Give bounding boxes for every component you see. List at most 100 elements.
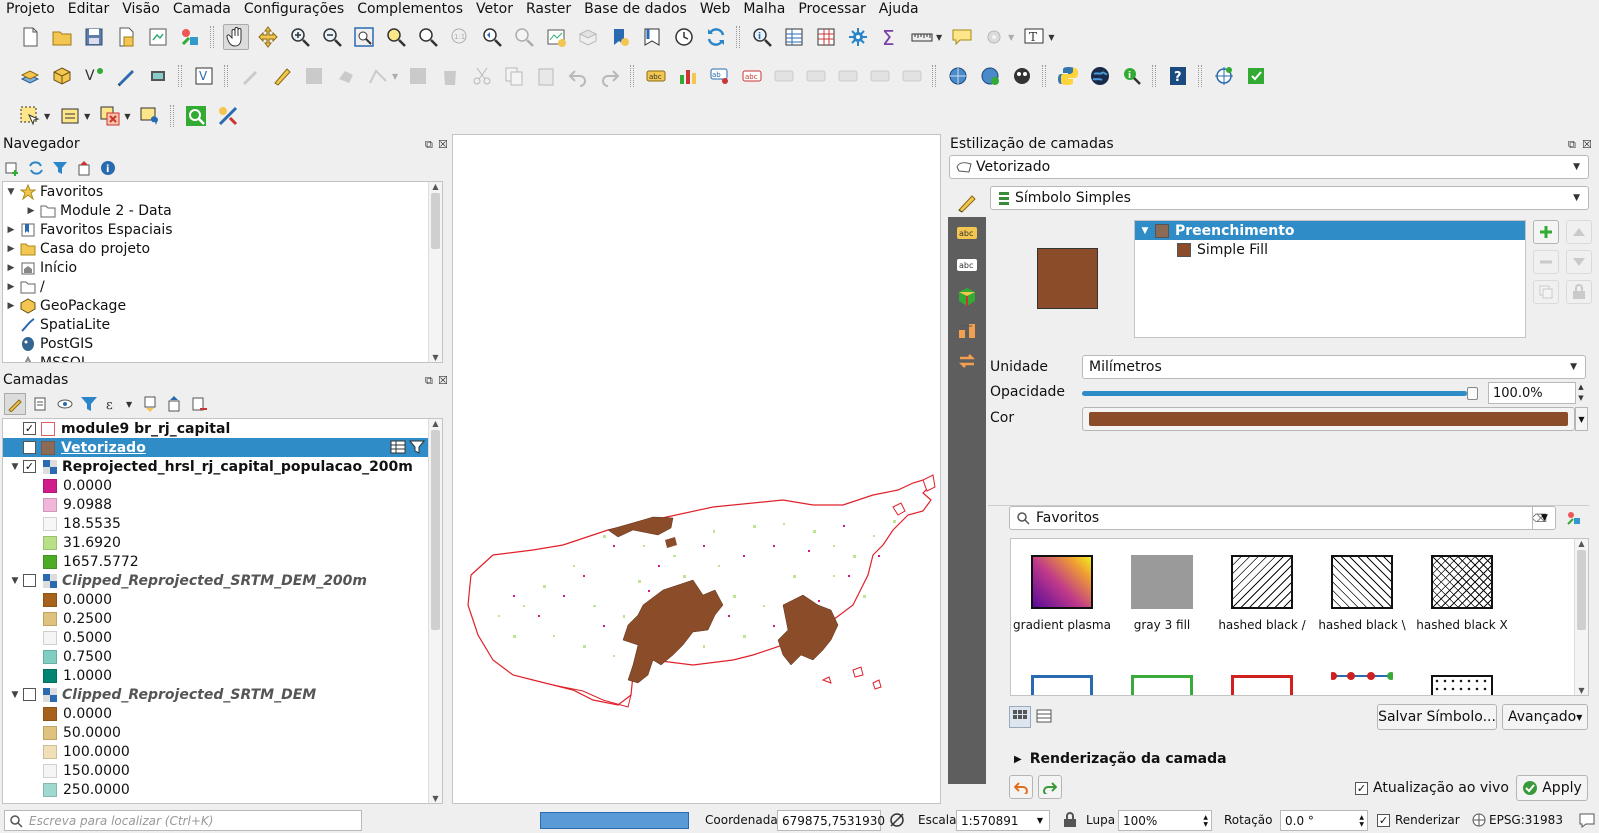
crs-button[interactable]: EPSG:31983 — [1472, 813, 1563, 827]
statistics-icon[interactable]: Σ — [877, 24, 903, 50]
menu-item-7[interactable]: Raster — [526, 1, 571, 17]
symbol-topo-line[interactable] — [1331, 672, 1393, 695]
layer-visibility-checkbox[interactable]: ✓ — [23, 460, 36, 473]
masks-tab-icon[interactable]: abc — [948, 249, 986, 281]
globe-icon[interactable] — [1087, 63, 1113, 89]
info-icon[interactable]: i — [100, 160, 116, 176]
navigator-item-postgis[interactable]: PostGIS — [3, 334, 429, 353]
menu-item-6[interactable]: Vetor — [476, 1, 513, 17]
locator-search-icon[interactable] — [183, 103, 209, 129]
navigator-item-mssql[interactable]: MSSQL — [3, 353, 429, 362]
menu-item-0[interactable]: Projeto — [6, 1, 55, 17]
panel-float-icon[interactable]: ⧉ — [425, 374, 433, 388]
layer-item-srtm-200m[interactable]: ▼ Clipped_Reprojected_SRTM_DEM_200m — [3, 571, 429, 590]
refresh-icon[interactable] — [703, 24, 729, 50]
navigator-item-module2[interactable]: ▶ Module 2 - Data — [3, 201, 429, 220]
style-manager-icon[interactable] — [177, 24, 203, 50]
symbol-dotted[interactable] — [1431, 675, 1493, 695]
gps-icon[interactable] — [145, 63, 171, 89]
add-symbol-layer-icon[interactable] — [1533, 220, 1559, 244]
show-bookmarks-icon[interactable] — [639, 24, 665, 50]
metasearch-icon[interactable]: i — [1119, 63, 1145, 89]
advanced-button[interactable]: Avançado ▼ — [1502, 704, 1588, 730]
dropdown-arrow-icon[interactable]: ▼ — [84, 112, 90, 121]
expand-all-icon[interactable] — [142, 395, 160, 413]
navigator-item-project-home[interactable]: ▶ Casa do projeto — [3, 239, 429, 258]
symbol-tree-root[interactable]: ▼ Preenchimento — [1135, 221, 1525, 240]
live-update-check[interactable]: ✓ — [1355, 781, 1368, 795]
processing-toolbox-icon[interactable] — [845, 24, 871, 50]
select-location-icon[interactable] — [137, 103, 163, 129]
symbol-outline-blue[interactable] — [1031, 675, 1093, 695]
navigator-item-spatial-bookmarks[interactable]: ▶ Favoritos Espaciais — [3, 220, 429, 239]
field-calculator-icon[interactable] — [813, 24, 839, 50]
zoom-out-icon[interactable] — [319, 24, 345, 50]
render-checkbox[interactable]: ✓ Renderizar — [1377, 813, 1460, 827]
dropdown-arrow-icon[interactable]: ▼ — [126, 400, 132, 409]
layer-styling-panel-icon[interactable] — [4, 393, 26, 415]
map-tips-icon[interactable] — [949, 24, 975, 50]
pan-to-selection-icon[interactable] — [255, 24, 281, 50]
panel-close-icon[interactable]: ☒ — [1582, 138, 1592, 151]
python-console-icon[interactable] — [1055, 63, 1081, 89]
dropdown-arrow-icon[interactable]: ▼ — [1048, 33, 1054, 42]
apply-button[interactable]: Apply — [1516, 775, 1588, 801]
open-attribute-table-icon[interactable] — [390, 440, 406, 454]
add-wcs-layer-icon[interactable] — [977, 63, 1003, 89]
save-as-icon[interactable] — [113, 24, 139, 50]
select-by-value-icon[interactable] — [57, 103, 83, 129]
menu-item-11[interactable]: Processar — [798, 1, 865, 17]
navigator-scrollbar[interactable]: ▲ ▼ — [428, 182, 442, 362]
zoom-last-icon[interactable] — [479, 24, 505, 50]
coordinate-field[interactable]: 679875,7531930 — [777, 810, 885, 831]
layer-select[interactable]: Vetorizado ▼ — [949, 155, 1589, 179]
layer-visibility-checkbox[interactable] — [23, 688, 36, 701]
layer-visibility-checkbox[interactable] — [23, 574, 36, 587]
pan-icon[interactable] — [223, 24, 249, 50]
refresh-icon[interactable] — [28, 160, 44, 176]
dropdown-arrow-icon[interactable]: ▼ — [124, 112, 130, 121]
text-annotation-icon[interactable]: T — [1021, 24, 1047, 50]
dropdown-arrow-icon[interactable]: ▼ — [936, 33, 942, 42]
new-project-icon[interactable] — [17, 24, 43, 50]
panel-float-icon[interactable]: ⧉ — [425, 138, 433, 152]
menu-item-4[interactable]: Configurações — [244, 1, 344, 17]
locator-input[interactable]: Escreva para localizar (Ctrl+K) — [4, 810, 362, 831]
messages-icon[interactable] — [1578, 811, 1596, 833]
symbol-gray-3-fill[interactable]: gray 3 fill — [1113, 555, 1211, 632]
panel-float-icon[interactable]: ⧉ — [1568, 138, 1576, 152]
3d-view-tab-icon[interactable] — [948, 281, 986, 313]
render-section-header[interactable]: ▶ Renderização da camada — [1014, 751, 1227, 767]
lock-scale-icon[interactable] — [1063, 812, 1077, 832]
symbol-outline-red[interactable] — [1231, 675, 1293, 695]
rotation-field[interactable]: 0.0 ° ▲ ▼ — [1280, 810, 1368, 831]
symbol-hashed-slash[interactable]: hashed black / — [1213, 555, 1311, 632]
map-canvas[interactable] — [452, 134, 941, 804]
magnifier-field[interactable]: 100% ▲ ▼ — [1118, 810, 1212, 831]
color-menu-chevron-icon[interactable]: ▼ — [1575, 407, 1588, 431]
add-group-icon[interactable] — [32, 395, 50, 413]
zoom-selection-icon[interactable] — [383, 24, 409, 50]
symbol-search[interactable]: Favoritos ⌫ — [1009, 506, 1556, 530]
deselect-features-icon[interactable] — [97, 103, 123, 129]
identify-icon[interactable]: i — [749, 24, 775, 50]
symbol-hashed-x[interactable]: hashed black X — [1413, 555, 1511, 632]
style-manager-small-icon[interactable] — [1565, 509, 1583, 531]
menu-item-10[interactable]: Malha — [743, 1, 785, 17]
search-dropdown-chevron-icon[interactable]: ▼ — [1532, 506, 1556, 530]
data-source-manager-icon[interactable] — [17, 63, 43, 89]
help-icon[interactable]: ? — [1165, 63, 1191, 89]
diagram-options-icon[interactable] — [675, 63, 701, 89]
measure-icon[interactable] — [909, 24, 935, 50]
attribute-table-icon[interactable] — [781, 24, 807, 50]
new-map-view-icon[interactable] — [543, 24, 569, 50]
layer-visibility-checkbox[interactable]: ✓ — [23, 422, 36, 435]
add-wfs-layer-icon[interactable] — [1009, 63, 1035, 89]
new-geopackage-icon[interactable] — [49, 63, 75, 89]
new-virtual-layer-icon[interactable]: V — [191, 63, 217, 89]
opacity-slider[interactable] — [1082, 387, 1478, 401]
panel-close-icon[interactable]: ☒ — [438, 374, 448, 387]
gallery-scrollbar[interactable]: ▲ ▼ — [1574, 539, 1588, 695]
save-project-icon[interactable] — [81, 24, 107, 50]
print-layout-icon[interactable] — [145, 24, 171, 50]
